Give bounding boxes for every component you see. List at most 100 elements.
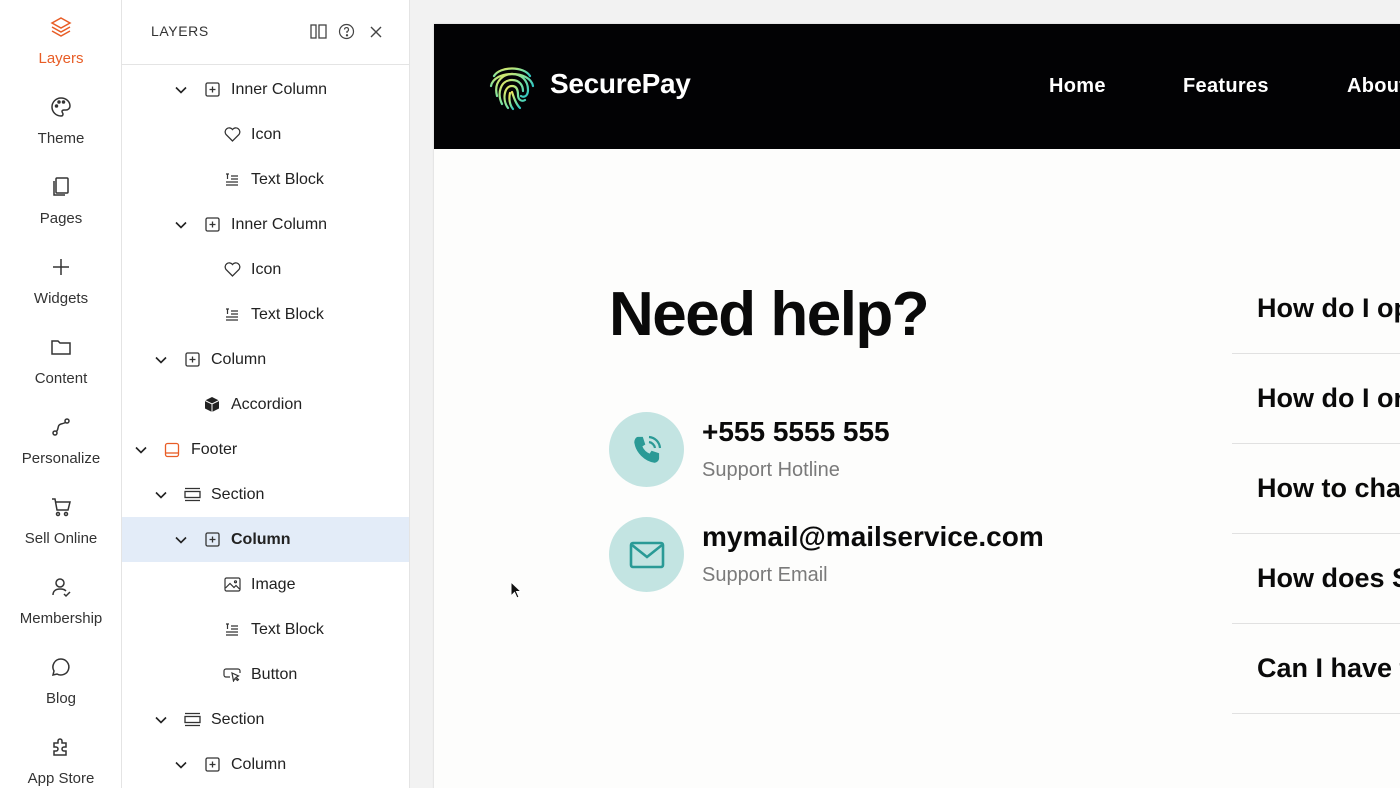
layer-label: Button xyxy=(251,665,298,683)
column-icon xyxy=(203,216,221,234)
rail-membership[interactable]: Membership xyxy=(0,560,122,640)
mail-icon xyxy=(629,541,664,568)
layer-row[interactable]: Column xyxy=(122,742,409,787)
email-address[interactable]: mymail@mailservice.com xyxy=(702,521,1044,553)
phone-number[interactable]: +555 5555 555 xyxy=(702,416,890,448)
help-icon[interactable] xyxy=(337,22,355,40)
faq-item[interactable]: Can I have t xyxy=(1232,624,1400,714)
faq-item[interactable]: How do I or xyxy=(1232,354,1400,444)
phone-label: Support Hotline xyxy=(702,459,840,481)
layer-label: Text Block xyxy=(251,305,324,323)
rail-label: Widgets xyxy=(33,290,89,307)
layer-row[interactable]: Text Block xyxy=(122,292,409,337)
chevron-down-icon[interactable] xyxy=(173,757,189,773)
brand-name[interactable]: SecurePay xyxy=(550,68,691,100)
layer-row[interactable]: Section xyxy=(122,472,409,517)
heart-icon xyxy=(223,261,241,279)
rail-blog[interactable]: Blog xyxy=(0,640,122,720)
mouse-cursor-icon xyxy=(510,581,523,599)
text-block-icon xyxy=(223,171,241,189)
rail-sell-online[interactable]: Sell Online xyxy=(0,480,122,560)
layer-label: Section xyxy=(211,485,265,503)
layer-row[interactable]: Text Block xyxy=(122,157,409,202)
layer-row[interactable]: Text Block xyxy=(122,607,409,652)
faq-item[interactable]: How do I op xyxy=(1232,264,1400,354)
rail-personalize[interactable]: Personalize xyxy=(0,400,122,480)
rail-label: Membership xyxy=(19,610,103,627)
pages-icon xyxy=(49,175,73,199)
layer-row[interactable]: Icon xyxy=(122,112,409,157)
chevron-down-icon[interactable] xyxy=(133,442,149,458)
nav-link-home[interactable]: Home xyxy=(1049,75,1106,98)
puzzle-icon xyxy=(49,735,73,759)
layer-row[interactable]: Button xyxy=(122,652,409,697)
layer-row[interactable]: Inner Column xyxy=(122,202,409,247)
layer-row[interactable]: Image xyxy=(122,562,409,607)
layer-row[interactable]: Column xyxy=(122,517,409,562)
chevron-down-icon[interactable] xyxy=(173,217,189,233)
faq-item[interactable]: How does S xyxy=(1232,534,1400,624)
cart-icon xyxy=(49,495,73,519)
rail-label: Sell Online xyxy=(24,530,98,547)
rail-app-store[interactable]: App Store xyxy=(0,720,122,800)
column-icon xyxy=(203,756,221,774)
dock-panel-icon[interactable] xyxy=(309,22,327,40)
layer-label: Inner Column xyxy=(231,80,328,98)
site-header[interactable]: SecurePay Home Features About xyxy=(434,24,1400,149)
layer-row[interactable]: Section xyxy=(122,697,409,742)
layer-row[interactable]: Accordion xyxy=(122,382,409,427)
layers-header: LAYERS xyxy=(122,0,409,65)
faq-question: Can I have t xyxy=(1257,653,1400,683)
faq-item[interactable]: How to cha xyxy=(1232,444,1400,534)
layer-label: Accordion xyxy=(231,395,303,413)
faq-question: How to cha xyxy=(1257,473,1400,503)
rail-widgets[interactable]: Widgets xyxy=(0,240,122,320)
chevron-down-icon[interactable] xyxy=(153,352,169,368)
rail-pages[interactable]: Pages xyxy=(0,160,122,240)
rail-label: Content xyxy=(34,370,88,387)
chevron-down-icon[interactable] xyxy=(153,487,169,503)
column-icon xyxy=(203,531,221,549)
layer-row[interactable]: Column xyxy=(122,337,409,382)
text-block-icon xyxy=(223,621,241,639)
heart-icon xyxy=(223,126,241,144)
layer-row[interactable]: Footer xyxy=(122,427,409,472)
layer-label: Image xyxy=(251,575,296,593)
layer-row[interactable]: Icon xyxy=(122,247,409,292)
nav-link-about[interactable]: About xyxy=(1347,75,1400,98)
personalize-icon xyxy=(49,415,73,439)
member-icon xyxy=(49,575,73,599)
layer-row[interactable]: Inner Column xyxy=(122,67,409,112)
folder-icon xyxy=(49,335,73,359)
layers-title: LAYERS xyxy=(151,23,209,39)
section-icon xyxy=(183,486,201,504)
phone-icon-circle xyxy=(609,412,684,487)
chevron-down-icon[interactable] xyxy=(153,712,169,728)
palette-icon xyxy=(49,95,73,119)
nav-link-features[interactable]: Features xyxy=(1183,75,1269,98)
faq-question: How do I op xyxy=(1257,293,1400,323)
site-page: SecurePay Home Features About Need help?… xyxy=(434,24,1400,788)
rail-label: Theme xyxy=(37,130,85,147)
text-block-icon xyxy=(223,306,241,324)
layer-label: Text Block xyxy=(251,170,324,188)
plus-icon xyxy=(49,255,73,279)
close-icon[interactable] xyxy=(367,23,385,41)
image-icon xyxy=(223,576,241,594)
rail-content[interactable]: Content xyxy=(0,320,122,400)
button-icon xyxy=(223,666,241,684)
chat-bubble-icon xyxy=(49,655,73,679)
fingerprint-logo-icon xyxy=(489,67,535,111)
faq-question: How does S xyxy=(1257,563,1400,593)
chevron-down-icon[interactable] xyxy=(173,82,189,98)
rail-label: App Store xyxy=(27,770,95,787)
column-icon xyxy=(183,351,201,369)
rail-layers[interactable]: Layers xyxy=(0,0,122,80)
layer-label: Text Block xyxy=(251,620,324,638)
chevron-down-icon[interactable] xyxy=(173,532,189,548)
layer-label: Section xyxy=(211,710,265,728)
rail-theme[interactable]: Theme xyxy=(0,80,122,160)
layer-label: Footer xyxy=(191,440,238,458)
cube-icon xyxy=(203,396,221,414)
section-icon xyxy=(183,711,201,729)
